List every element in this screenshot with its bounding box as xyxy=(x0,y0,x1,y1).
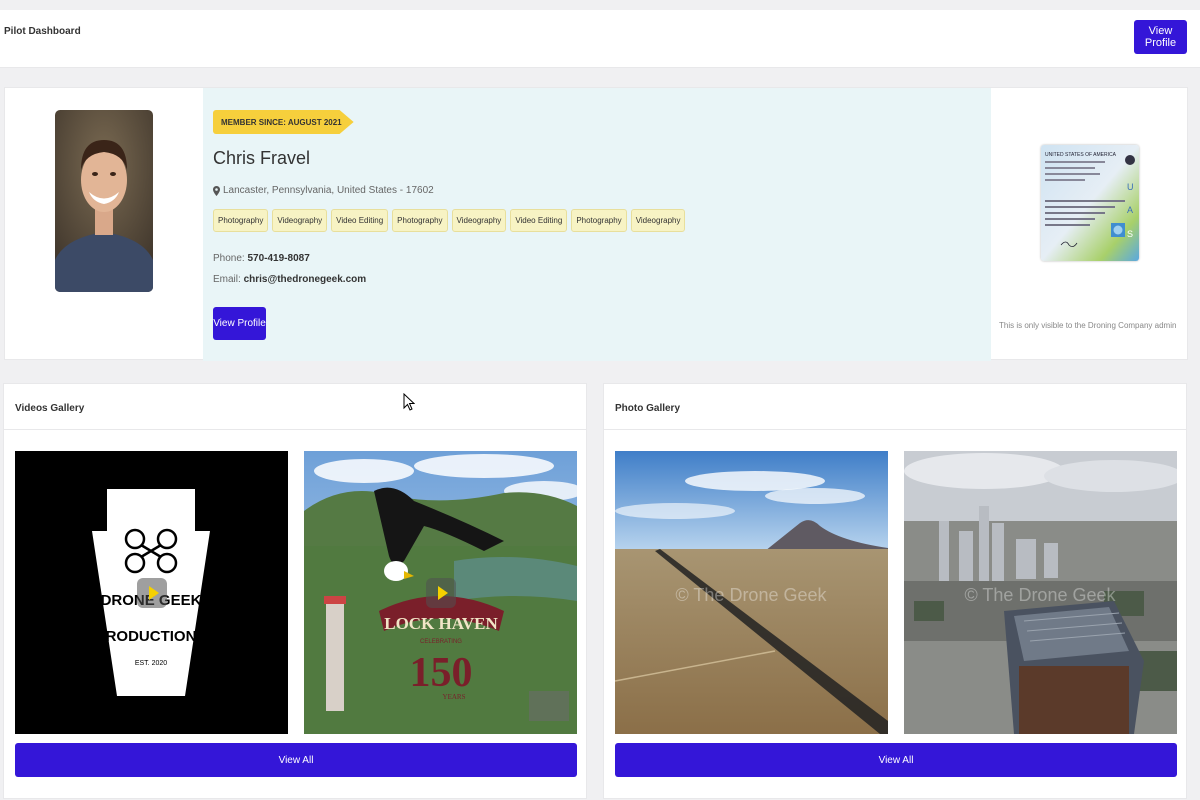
photo-gallery-card: Photo Gallery © The Drone Geek © The Dro… xyxy=(603,383,1187,799)
location: Lancaster, Pennsylvania, United States -… xyxy=(213,185,434,196)
photo-watermark: © The Drone Geek xyxy=(964,585,1116,605)
skill-tag: Videography xyxy=(451,209,507,232)
photo-gallery-title: Photo Gallery xyxy=(615,403,681,414)
card-view-profile-button[interactable]: View Profile xyxy=(213,307,266,340)
skill-tag: Videography xyxy=(272,209,328,232)
photo-watermark: © The Drone Geek xyxy=(675,585,827,605)
photo-thumbnail[interactable]: © The Drone Geek xyxy=(615,451,888,734)
skill-tag: Videography xyxy=(630,209,686,232)
video-thumbnail[interactable]: DRONE GEEK PRODUCTIONS EST. 2020 xyxy=(15,451,288,734)
email-value: chris@thedronegeek.com xyxy=(243,274,367,285)
pilot-profile-card: MEMBER SINCE: AUGUST 2021 Chris Fravel L… xyxy=(4,87,1189,361)
pilot-name: Chris Fravel xyxy=(213,148,311,168)
skill-tag: Video Editing xyxy=(331,209,389,232)
skill-tag: Photography xyxy=(571,209,627,232)
map-pin-icon xyxy=(213,185,220,196)
videos-view-all-button[interactable]: View All xyxy=(15,743,577,777)
videos-gallery-title: Videos Gallery xyxy=(15,403,85,414)
video-logo-line: PRODUCTIONS xyxy=(96,628,207,645)
video-logo-line: 150 xyxy=(410,650,473,696)
photos-view-all-button[interactable]: View All xyxy=(615,743,1177,777)
mouse-cursor-icon xyxy=(403,393,415,411)
license-letter-a: A xyxy=(1127,205,1133,215)
phone-value: 570-419-8087 xyxy=(247,253,310,264)
phone: Phone: 570-419-8087 xyxy=(213,253,310,264)
page-title: Pilot Dashboard xyxy=(4,26,81,37)
photo-panel xyxy=(5,88,203,314)
license-country: UNITED STATES OF AMERICA xyxy=(1045,152,1117,158)
location-text: Lancaster, Pennsylvania, United States -… xyxy=(223,185,434,196)
play-icon[interactable] xyxy=(137,578,167,608)
play-icon[interactable] xyxy=(426,578,456,608)
videos-gallery-card: Videos Gallery DRONE GEEK PRODUCTIONS ES… xyxy=(3,383,587,799)
skill-tag: Photography xyxy=(213,209,269,232)
license-letter-u: U xyxy=(1127,182,1134,192)
video-logo-line: CELEBRATING xyxy=(420,639,462,645)
videos-gallery-header: Videos Gallery xyxy=(4,384,586,430)
license-panel: UNITED STATES OF AMERICA U A S This is o… xyxy=(991,88,1189,361)
license-letter-s: S xyxy=(1127,229,1133,239)
member-since-badge: MEMBER SINCE: AUGUST 2021 xyxy=(213,110,354,134)
license-visibility-note: This is only visible to the Droning Comp… xyxy=(999,321,1177,330)
top-bar: Pilot Dashboard View Profile xyxy=(0,10,1200,68)
profile-info: MEMBER SINCE: AUGUST 2021 Chris Fravel L… xyxy=(203,88,991,361)
video-logo-line: YEARS xyxy=(443,693,466,701)
phone-label: Phone: xyxy=(213,253,245,264)
skill-tag: Video Editing xyxy=(510,209,568,232)
avatar xyxy=(55,110,153,292)
skill-tag: Photography xyxy=(392,209,448,232)
view-profile-button[interactable]: View Profile xyxy=(1134,20,1187,54)
email: Email: chris@thedronegeek.com xyxy=(213,274,366,285)
skill-tags: Photography Videography Video Editing Ph… xyxy=(213,209,686,232)
video-thumbnail[interactable]: LOCK HAVEN CELEBRATING 150 YEARS xyxy=(304,451,577,734)
photo-thumbnail[interactable]: © The Drone Geek xyxy=(904,451,1177,734)
email-label: Email: xyxy=(213,274,241,285)
video-logo-line: EST. 2020 xyxy=(135,660,167,667)
video-logo-line: LOCK HAVEN xyxy=(384,614,498,633)
photo-gallery-header: Photo Gallery xyxy=(604,384,1186,430)
pilot-license-image: UNITED STATES OF AMERICA U A S xyxy=(1041,145,1139,261)
